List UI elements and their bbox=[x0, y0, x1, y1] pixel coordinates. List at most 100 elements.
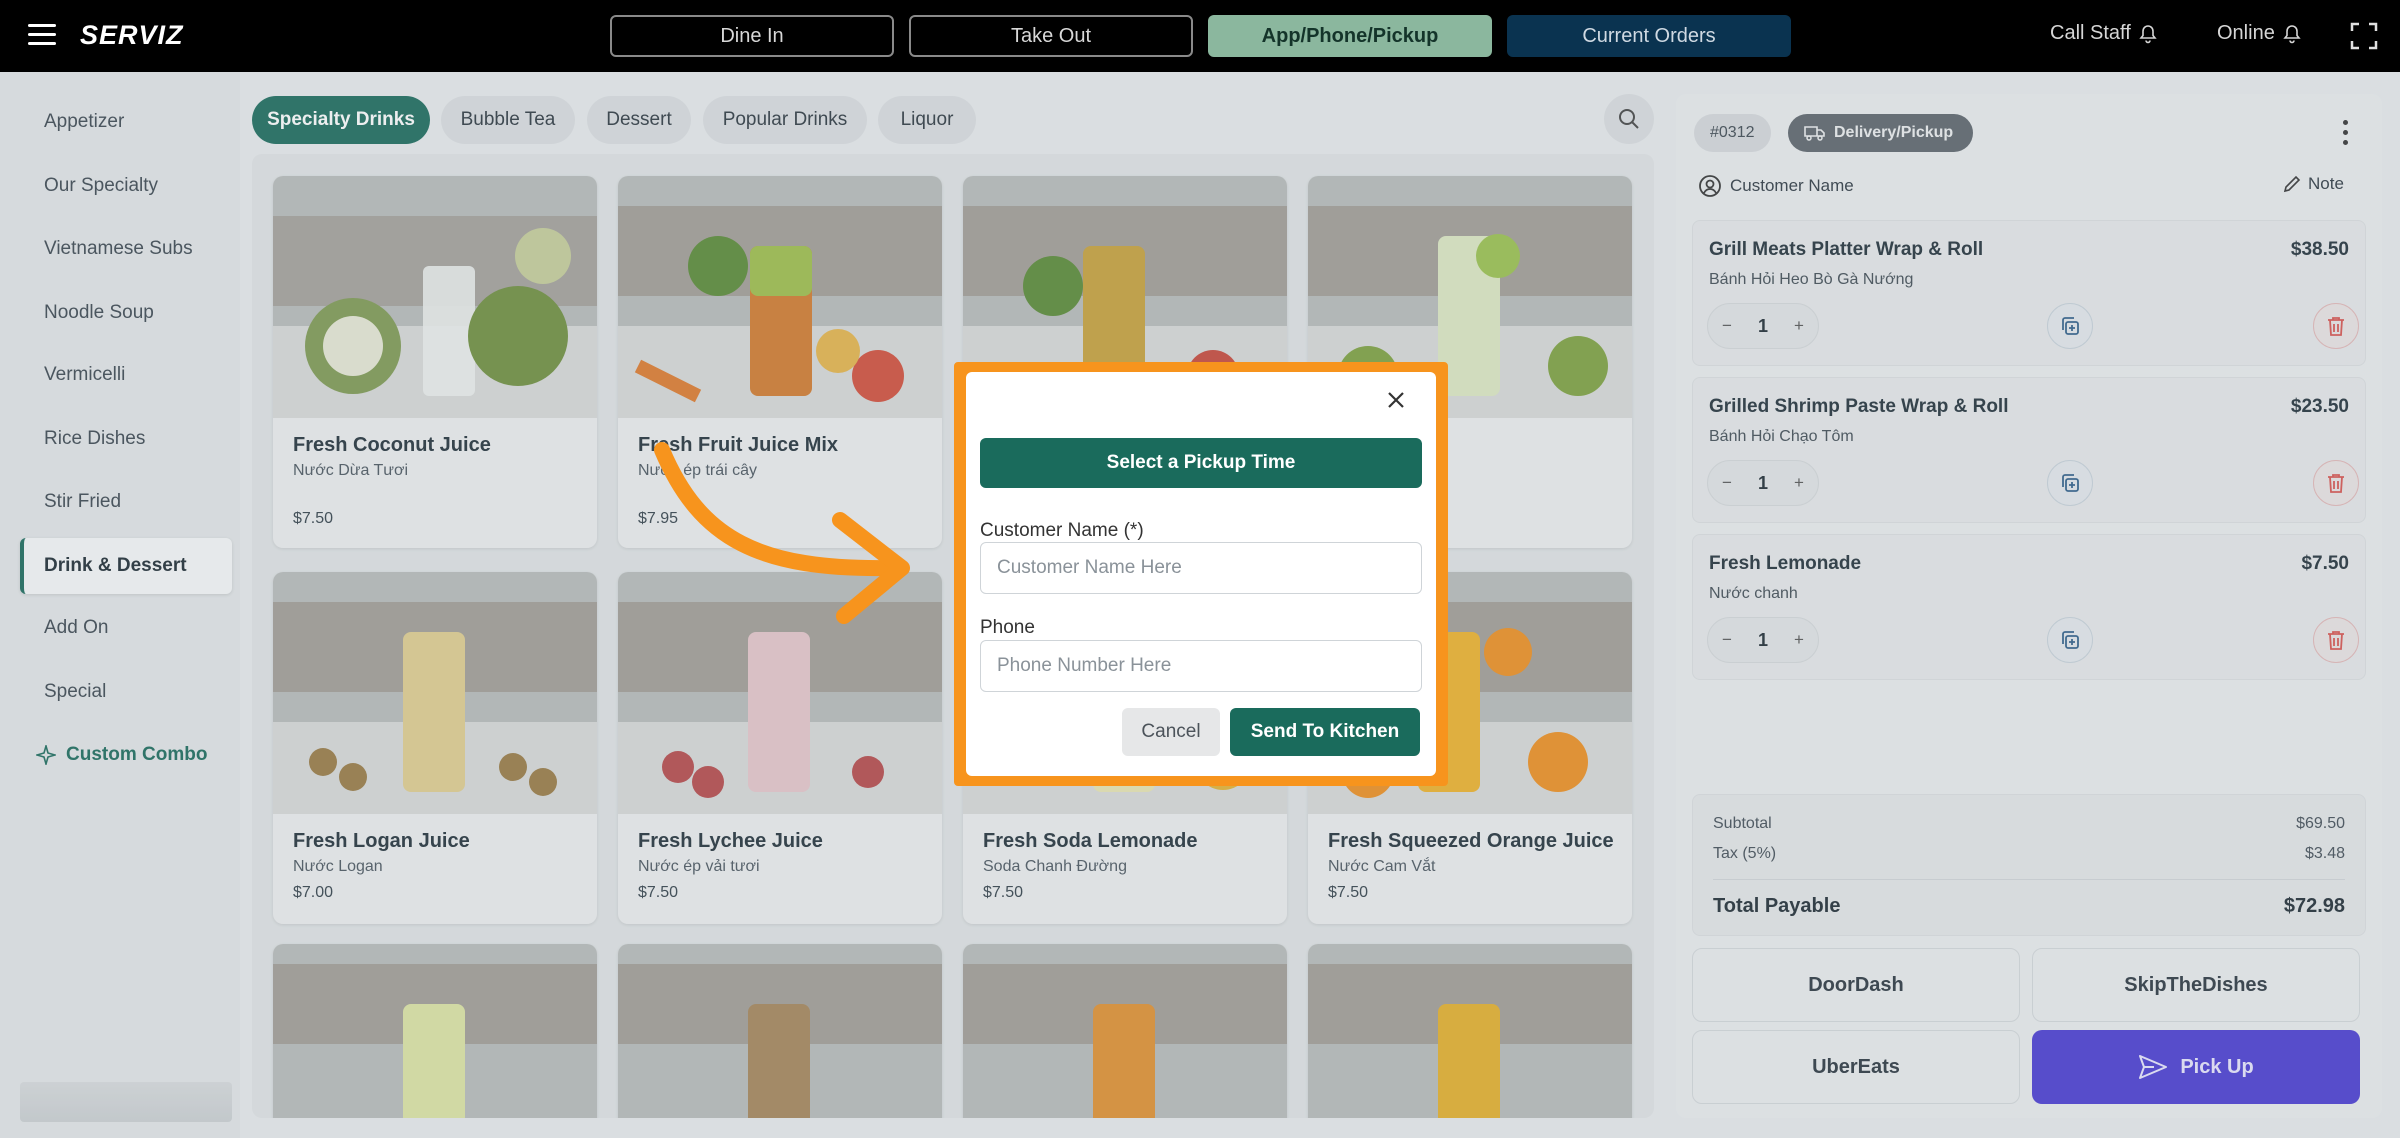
sidebar-item-special[interactable]: Special bbox=[20, 664, 232, 720]
duplicate-button[interactable] bbox=[2047, 303, 2093, 349]
total-label: Total Payable bbox=[1713, 895, 1841, 917]
send-to-kitchen-button[interactable]: Send To Kitchen bbox=[1230, 708, 1420, 756]
product-image bbox=[963, 944, 1287, 1118]
product-card[interactable] bbox=[1308, 944, 1632, 1118]
product-image bbox=[273, 944, 597, 1118]
quantity-stepper: − 1 + bbox=[1707, 460, 1819, 506]
product-name: Fresh Soda Lemonade bbox=[983, 830, 1198, 852]
line-item-subtitle: Nước chanh bbox=[1709, 585, 1798, 602]
minus-icon[interactable]: − bbox=[1722, 473, 1732, 493]
select-pickup-time-button[interactable]: Select a Pickup Time bbox=[980, 438, 1422, 488]
order-totals: Subtotal $69.50 Tax (5%) $3.48 Total Pay… bbox=[1692, 794, 2366, 936]
product-card[interactable] bbox=[273, 944, 597, 1118]
product-image bbox=[618, 176, 942, 418]
chip-dessert[interactable]: Dessert bbox=[587, 96, 691, 144]
product-card[interactable] bbox=[963, 944, 1287, 1118]
sidebar-item-vermicelli[interactable]: Vermicelli bbox=[20, 347, 232, 403]
delete-button[interactable] bbox=[2313, 460, 2359, 506]
product-card[interactable] bbox=[618, 944, 942, 1118]
doordash-button[interactable]: DoorDash bbox=[1692, 948, 2020, 1022]
tab-current-orders[interactable]: Current Orders bbox=[1507, 15, 1791, 57]
tab-dine-in[interactable]: Dine In bbox=[610, 15, 894, 57]
pick-up-button[interactable]: Pick Up bbox=[2032, 1030, 2360, 1104]
line-item-name: Grill Meats Platter Wrap & Roll bbox=[1709, 239, 1984, 260]
quantity-value: 1 bbox=[1757, 315, 1768, 336]
chip-bubble-tea[interactable]: Bubble Tea bbox=[441, 96, 575, 144]
sidebar-item-custom-combo[interactable]: Custom Combo bbox=[20, 727, 232, 783]
order-line-item[interactable]: Fresh Lemonade Nước chanh $7.50 − 1 + bbox=[1692, 534, 2366, 680]
call-staff-label: Call Staff bbox=[2050, 22, 2131, 44]
total-row: Total Payable $72.98 bbox=[1713, 895, 2345, 918]
bell-icon bbox=[2139, 24, 2157, 43]
product-card[interactable]: Fresh Logan Juice Nước Logan $7.00 bbox=[273, 572, 597, 924]
chip-liquor[interactable]: Liquor bbox=[878, 96, 976, 144]
product-name: Fresh Squeezed Orange Juice bbox=[1328, 830, 1614, 852]
delete-button[interactable] bbox=[2313, 617, 2359, 663]
plus-icon[interactable]: + bbox=[1794, 630, 1804, 650]
product-name: Fresh Coconut Juice bbox=[293, 434, 491, 456]
line-item-name: Fresh Lemonade bbox=[1709, 553, 1862, 574]
order-line-item[interactable]: Grill Meats Platter Wrap & Roll Bánh Hỏi… bbox=[1692, 220, 2366, 366]
tab-take-out[interactable]: Take Out bbox=[909, 15, 1193, 57]
subtotal-row: Subtotal $69.50 bbox=[1713, 815, 2345, 833]
order-line-item[interactable]: Grilled Shrimp Paste Wrap & Roll Bánh Hỏ… bbox=[1692, 377, 2366, 523]
phone-input[interactable] bbox=[980, 640, 1422, 692]
sidebar-item-stir-fried[interactable]: Stir Fried bbox=[20, 474, 232, 530]
chip-specialty-drinks[interactable]: Specialty Drinks bbox=[252, 96, 430, 144]
order-panel: #0312 Delivery/Pickup Customer Name Note… bbox=[1676, 94, 2382, 1118]
product-price: $7.95 bbox=[638, 510, 679, 527]
ubereats-button[interactable]: UberEats bbox=[1692, 1030, 2020, 1104]
product-subtitle: Nước ép trái cây bbox=[638, 462, 758, 479]
product-price: $7.50 bbox=[1328, 884, 1369, 901]
sidebar-item-our-specialty[interactable]: Our Specialty bbox=[20, 158, 232, 214]
customer-name-button[interactable]: Customer Name bbox=[1698, 174, 1854, 198]
product-image bbox=[618, 944, 942, 1118]
duplicate-button[interactable] bbox=[2047, 617, 2093, 663]
minus-icon[interactable]: − bbox=[1722, 316, 1732, 336]
send-icon bbox=[2139, 1055, 2168, 1079]
tab-app-phone-pickup[interactable]: App/Phone/Pickup bbox=[1208, 15, 1492, 57]
product-card[interactable]: Fresh Coconut Juice Nước Dừa Tươi $7.50 bbox=[273, 176, 597, 548]
sidebar-item-appetizer[interactable]: Appetizer bbox=[20, 94, 232, 150]
user-circle-icon bbox=[1699, 175, 1721, 197]
delete-button[interactable] bbox=[2313, 303, 2359, 349]
call-staff-button[interactable]: Call Staff bbox=[2050, 22, 2157, 45]
line-item-subtitle: Bánh Hỏi Heo Bò Gà Nướng bbox=[1709, 271, 1914, 288]
plus-icon[interactable]: + bbox=[1794, 316, 1804, 336]
duplicate-button[interactable] bbox=[2047, 460, 2093, 506]
more-options-icon[interactable] bbox=[2340, 120, 2350, 148]
trash-icon bbox=[2328, 474, 2344, 493]
sidebar-item-drink-dessert[interactable]: Drink & Dessert bbox=[20, 538, 232, 594]
product-subtitle: Soda Chanh Đường bbox=[983, 858, 1127, 875]
minus-icon[interactable]: − bbox=[1722, 630, 1732, 650]
product-name: Fresh Logan Juice bbox=[293, 830, 470, 852]
product-price: $7.00 bbox=[293, 884, 334, 901]
order-type-badge[interactable]: Delivery/Pickup bbox=[1788, 114, 1974, 152]
totals-divider bbox=[1713, 879, 2345, 880]
duplicate-icon bbox=[2062, 474, 2079, 492]
fullscreen-icon[interactable] bbox=[2350, 22, 2378, 50]
product-price: $7.50 bbox=[638, 884, 679, 901]
note-button[interactable]: Note bbox=[2282, 174, 2344, 194]
customer-name-input[interactable] bbox=[980, 542, 1422, 594]
sidebar-item-noodle-soup[interactable]: Noodle Soup bbox=[20, 285, 232, 341]
product-card[interactable]: Fresh Fruit Juice Mix Nước ép trái cây $… bbox=[618, 176, 942, 548]
product-subtitle: Nước Cam Vắt bbox=[1328, 858, 1436, 875]
close-icon[interactable] bbox=[1382, 386, 1410, 414]
line-item-name: Grilled Shrimp Paste Wrap & Roll bbox=[1709, 396, 2009, 417]
chip-popular-drinks[interactable]: Popular Drinks bbox=[703, 96, 867, 144]
total-value: $72.98 bbox=[2283, 895, 2345, 917]
online-status-button[interactable]: Online bbox=[2217, 22, 2301, 45]
plus-icon[interactable]: + bbox=[1794, 473, 1804, 493]
search-button[interactable] bbox=[1604, 94, 1654, 144]
product-subtitle: Nước ép vải tươi bbox=[638, 858, 760, 875]
cancel-button[interactable]: Cancel bbox=[1122, 708, 1220, 756]
tax-label: Tax (5%) bbox=[1713, 845, 1777, 862]
sidebar-item-add-on[interactable]: Add On bbox=[20, 600, 232, 656]
sidebar-footer bbox=[20, 1082, 232, 1122]
sidebar-item-vietnamese-subs[interactable]: Vietnamese Subs bbox=[20, 221, 232, 277]
product-card[interactable]: Fresh Lychee Juice Nước ép vải tươi $7.5… bbox=[618, 572, 942, 924]
skipthedishes-button[interactable]: SkipTheDishes bbox=[2032, 948, 2360, 1022]
menu-icon[interactable] bbox=[28, 24, 56, 46]
sidebar-item-rice-dishes[interactable]: Rice Dishes bbox=[20, 411, 232, 467]
